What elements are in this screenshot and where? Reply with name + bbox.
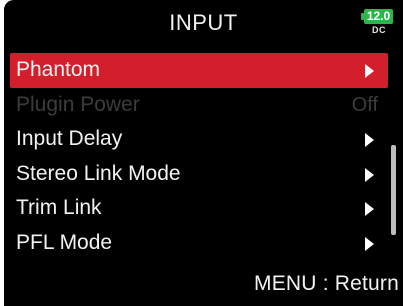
menu-item-label: Phantom (16, 58, 101, 81)
footer-hint: MENU : Return (254, 272, 399, 295)
menu-item-label: Stereo Link Mode (16, 161, 181, 185)
menu-item-stereo-link-mode[interactable]: Stereo Link Mode (10, 157, 388, 192)
input-menu: Phantom Plugin Power Off Input Delay Ste… (10, 53, 388, 260)
battery-level: 12.0 (366, 9, 391, 23)
menu-item-label: PFL Mode (16, 230, 113, 254)
scrollbar-thumb[interactable] (391, 145, 396, 235)
power-source: DC (372, 25, 386, 35)
menu-item-value: Off (351, 93, 378, 116)
scrollbar[interactable] (391, 53, 396, 260)
menu-item-label: Input Delay (16, 127, 123, 150)
menu-item-phantom[interactable]: Phantom (10, 53, 388, 88)
chevron-right-icon (365, 167, 374, 182)
menu-item-plugin-power[interactable]: Plugin Power Off (10, 88, 388, 123)
menu-item-label: Trim Link (16, 196, 102, 219)
page-title: INPUT (169, 10, 238, 35)
chevron-right-icon (365, 202, 374, 216)
menu-item-label: Plugin Power (16, 92, 140, 116)
menu-item-trim-link[interactable]: Trim Link (10, 191, 388, 226)
battery-indicator: 12.0 DC (361, 9, 397, 35)
chevron-right-icon (365, 64, 374, 78)
title-bar: INPUT 12.0 DC (4, 0, 403, 50)
chevron-right-icon (365, 133, 374, 147)
chevron-right-icon (365, 236, 374, 251)
device-screen: INPUT 12.0 DC Phantom Plugin Power Off I… (4, 0, 403, 306)
menu-item-pfl-mode[interactable]: PFL Mode (10, 226, 388, 261)
menu-item-input-delay[interactable]: Input Delay (10, 122, 388, 157)
